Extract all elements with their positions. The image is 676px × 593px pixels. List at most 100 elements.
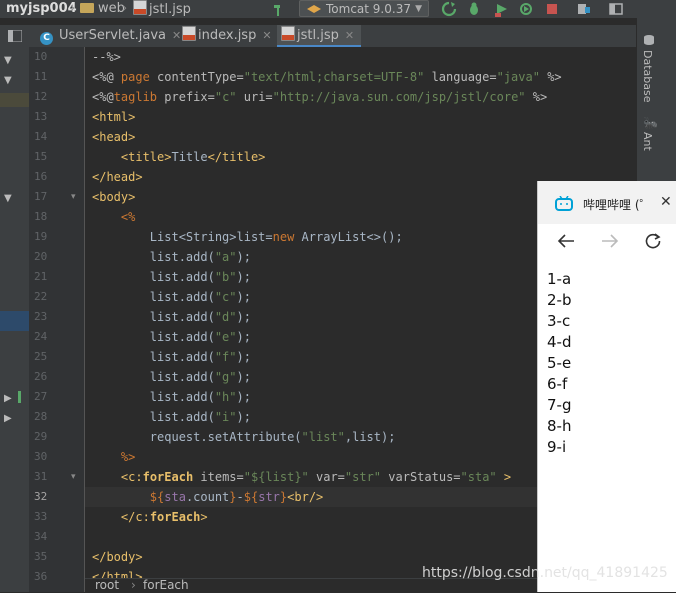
fold-marker-icon[interactable]: ▾ [71,472,76,482]
run-configuration-selector[interactable]: Tomcat 9.0.37 ▼ [299,0,429,17]
tab-label: index.jsp [198,28,257,43]
close-icon[interactable]: ✕ [262,29,271,42]
tomcat-icon [307,5,321,13]
browser-nav-bar [538,224,676,258]
debug-bug-icon[interactable] [466,1,482,17]
breadcrumb-separator: › [70,1,76,16]
browser-tab-strip: 哔哩哔哩 (゜ ✕ [538,181,676,224]
database-icon [644,35,654,45]
line-number: 36 [34,570,48,583]
folder-breadcrumb[interactable]: web [80,0,125,18]
layout-toggle-icon[interactable] [608,1,624,17]
code-line: %> [120,450,136,464]
rerun-icon[interactable] [441,1,457,17]
line-number: 33 [34,510,48,523]
code-line: list.add("h"); [92,390,251,404]
code-line: <html> [92,110,136,124]
tab-label: jstl.jsp [297,28,339,43]
line-number: 14 [34,130,48,143]
collapse-arrow-icon[interactable]: ▶ [4,413,12,424]
ant-panel-tab[interactable]: Ant [641,132,654,151]
java-class-icon: C [40,32,53,45]
code-line: list.add("a"); [92,250,251,264]
code-line: <head> [92,130,136,144]
line-number: 15 [34,150,48,163]
project-breadcrumb[interactable]: myjsp004 [6,0,77,18]
line-number: 16 [34,170,48,183]
stop-icon[interactable] [544,1,560,17]
output-line: 4-d [547,333,572,351]
line-number: 24 [34,330,48,343]
line-number: 12 [34,90,48,103]
line-number: 13 [34,110,48,123]
output-line: 9-i [547,438,567,456]
line-number: 18 [34,210,48,223]
folder-icon [80,3,94,13]
ant-icon: 🐜 [643,116,658,130]
code-line: list.add("e"); [92,330,251,344]
tab-jstl-jsp[interactable]: jstl.jsp ✕ [277,25,361,47]
fold-marker-icon[interactable]: ▾ [71,192,76,202]
line-number: 32 [34,490,48,503]
project-structure-icon[interactable] [576,1,592,17]
code-line: </body> [92,550,143,564]
browser-tab-title[interactable]: 哔哩哔哩 (゜ [583,196,652,213]
line-number: 34 [34,530,48,543]
close-icon[interactable]: ✕ [345,29,354,42]
update-app-icon[interactable] [518,1,534,17]
code-line: list.add("c"); [92,290,251,304]
file-breadcrumb[interactable]: jstl.jsp [133,0,191,18]
output-line: 5-e [547,354,572,372]
expand-arrow-icon[interactable]: ▼ [4,193,12,204]
database-panel-tab[interactable]: Database [641,50,654,103]
line-number: 23 [34,310,48,323]
expand-arrow-icon[interactable]: ▼ [4,55,12,66]
tab-userservlet[interactable]: C UserServlet.java ✕ [34,25,181,47]
output-line: 8-h [547,417,572,435]
file-label: jstl.jsp [149,2,191,17]
line-number: 26 [34,370,48,383]
chevron-down-icon: ▼ [415,4,422,14]
line-number: 11 [34,70,48,83]
browser-window: 哔哩哔哩 (゜ ✕ 1-a 2-b 3-c 4-d 5-e 6-f 7-g 8-… [537,181,676,592]
output-line: 1-a [547,270,572,288]
forward-arrow-icon[interactable] [601,233,619,249]
output-line: 6-f [547,375,568,393]
code-line: --%> [92,50,121,64]
line-number: 17 [34,190,48,203]
code-line: List<String>list=new ArrayList<>(); [92,230,403,244]
code-line: list.add("g"); [92,370,251,384]
code-line: list.add("b"); [92,270,251,284]
coverage-icon[interactable] [494,1,510,17]
highlighted-tree-row[interactable] [0,93,29,107]
collapse-arrow-icon[interactable]: ▶ [4,393,12,404]
build-hammer-icon[interactable] [271,1,287,17]
breadcrumb-root[interactable]: root [95,578,119,592]
watermark: https://blog.csdn.net/qq_41891425 [422,565,668,581]
editor-tab-bar: C UserServlet.java ✕ index.jsp ✕ jstl.jsp ✕ [0,25,636,48]
code-line: list.add("d"); [92,310,251,324]
tab-index-jsp[interactable]: index.jsp ✕ [178,25,278,47]
code-line: list.add("f"); [92,350,251,364]
line-number: 20 [34,250,48,263]
line-number: 31 [34,470,48,483]
line-number: 19 [34,230,48,243]
refresh-icon[interactable] [644,232,662,250]
close-tab-icon[interactable]: ✕ [660,194,672,210]
jsp-file-icon [182,26,196,41]
breadcrumb-foreach[interactable]: forEach [143,578,189,592]
line-number: 25 [34,350,48,363]
jsp-file-icon [133,0,147,15]
output-line: 2-b [547,291,572,309]
selected-tree-row[interactable] [0,311,29,331]
code-line: list.add("i"); [92,410,251,424]
line-number: 27 [34,390,48,403]
project-tool-strip: ▼ ▼ ▼ ▶ ▶ [0,47,29,592]
jsp-file-icon [281,26,295,41]
run-config-label: Tomcat 9.0.37 [326,2,411,16]
line-number: 30 [34,450,48,463]
sidebar-toggle-icon[interactable] [8,30,22,42]
expand-arrow-icon[interactable]: ▼ [4,75,12,86]
breadcrumb-separator: › [122,1,128,16]
back-arrow-icon[interactable] [557,233,575,249]
